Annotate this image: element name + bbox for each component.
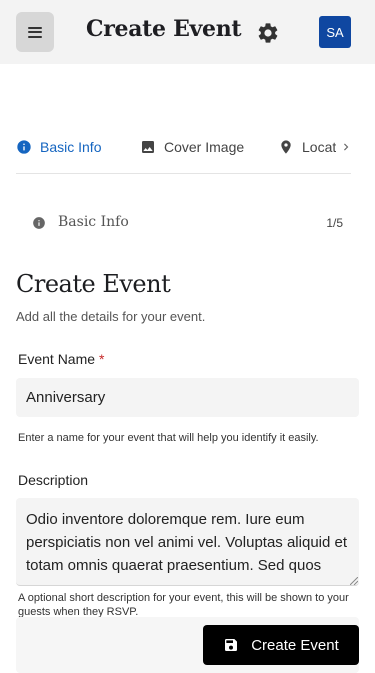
description-help: A optional short description for your ev… (18, 592, 349, 618)
tab-scroll-button[interactable] (336, 137, 356, 157)
create-event-button-label: Create Event (251, 636, 339, 654)
save-icon (225, 639, 238, 651)
step-counter: 1/5 (326, 216, 343, 230)
create-event-button[interactable]: Create Event (203, 625, 359, 665)
event-name-label-text: Event Name (18, 351, 96, 367)
tab-bar: Basic Info Cover Image Locatio (16, 120, 351, 174)
stepper-header: Basic Info 1/5 (16, 210, 351, 238)
tab-cover-image[interactable]: Cover Image (140, 120, 245, 173)
image-icon (142, 141, 154, 153)
info-icon (17, 140, 31, 154)
app-header: Create Event SA (0, 0, 375, 64)
menu-button[interactable] (16, 12, 54, 52)
resize-handle-icon[interactable] (350, 577, 358, 585)
event-name-label: Event Name * (18, 351, 104, 367)
location-pin-icon (281, 140, 291, 154)
description-label: Description (18, 472, 89, 488)
avatar[interactable]: SA (319, 16, 351, 48)
event-name-input[interactable]: Anniversary (16, 378, 359, 417)
menu-icon (28, 26, 42, 38)
event-name-help: Enter a name for your event that will he… (18, 432, 319, 444)
tab-basic-info[interactable]: Basic Info (16, 120, 102, 173)
tab-label: Cover Image (164, 139, 245, 155)
gear-icon[interactable] (256, 21, 280, 45)
section-title: Create Event (16, 270, 171, 298)
section-subtitle: Add all the details for your event. (16, 309, 206, 324)
description-textarea[interactable]: Odio inventore doloremque rem. Iure eum … (16, 498, 359, 586)
tab-label: Basic Info (40, 139, 102, 155)
step-label: Basic Info (58, 214, 129, 230)
chevron-right-icon (344, 143, 349, 151)
required-mark: * (98, 351, 105, 367)
page-title: Create Event (86, 16, 242, 42)
info-icon (33, 217, 45, 229)
